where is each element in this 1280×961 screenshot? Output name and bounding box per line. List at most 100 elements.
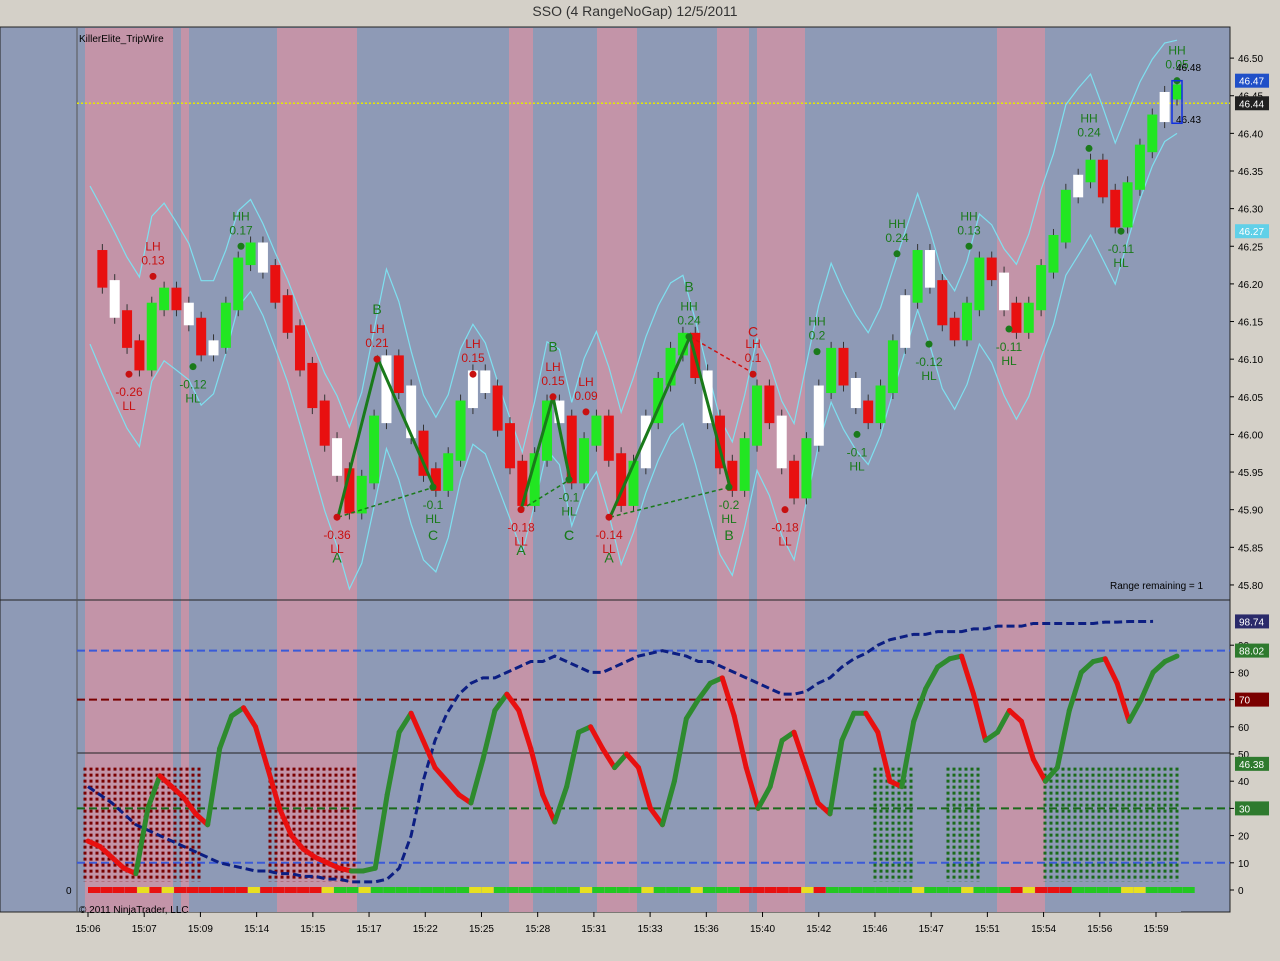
swing-point — [853, 430, 861, 438]
state-strip-cell — [739, 887, 752, 893]
shade-stripe — [997, 28, 1045, 912]
abc-label: A — [516, 542, 526, 558]
state-strip-cell — [407, 887, 420, 893]
candle-body — [504, 423, 515, 469]
state-strip-cell — [555, 887, 568, 893]
abc-label: C — [564, 527, 574, 543]
swing-label-bottom: 0.17 — [229, 223, 253, 237]
swing-label-bottom: HL — [1113, 256, 1129, 270]
swing-point — [582, 408, 590, 416]
state-strip-cell — [813, 887, 826, 893]
state-strip-cell — [321, 887, 334, 893]
swing-point — [1085, 144, 1093, 152]
candle-body — [443, 453, 454, 491]
state-strip-cell — [641, 887, 654, 893]
swing-label-bottom: 0.15 — [461, 351, 485, 365]
state-strip-cell — [973, 887, 986, 893]
candle-body — [1036, 265, 1047, 311]
osc-tick-label: 0 — [1238, 886, 1244, 897]
state-strip-cell — [690, 887, 703, 893]
state-strip-cell — [186, 887, 199, 893]
time-tick-label: 15:28 — [525, 924, 550, 935]
state-strip-cell — [838, 887, 851, 893]
price-tick-label: 45.90 — [1238, 506, 1263, 517]
state-strip-cell — [420, 887, 433, 893]
state-strip-cell — [235, 887, 248, 893]
candle-body — [208, 340, 219, 356]
swing-point — [965, 242, 973, 250]
swing-point — [925, 340, 933, 348]
candle-body — [887, 340, 898, 394]
last-bar-high: 46.48 — [1176, 63, 1201, 74]
state-strip-cell — [949, 887, 961, 893]
indicator-name: KillerElite_TripWire — [79, 34, 164, 45]
swing-label-bottom: HL — [425, 512, 441, 526]
candle-body — [875, 385, 886, 424]
time-tick-label: 15:47 — [919, 924, 944, 935]
swing-label-top: HH — [1080, 111, 1097, 125]
candle-body — [813, 385, 824, 446]
time-tick-label: 15:51 — [975, 924, 1000, 935]
osc-tick-label: 10 — [1238, 859, 1250, 870]
candle-body — [826, 347, 837, 394]
swing-label-top: -0.36 — [323, 528, 351, 542]
state-strip-cell — [985, 887, 998, 893]
swing-label-top: LH — [545, 360, 560, 374]
swing-label-top: LH — [578, 375, 593, 389]
price-badge-text: 46.47 — [1239, 77, 1264, 88]
shade-stripe — [181, 28, 189, 912]
swing-label-top: HH — [960, 209, 977, 223]
state-strip-cell — [1145, 887, 1158, 893]
candle-body — [1060, 189, 1071, 243]
abc-label: B — [372, 301, 381, 317]
state-strip-cell — [764, 887, 777, 893]
candle-body — [1110, 189, 1121, 228]
state-strip-cell — [1121, 887, 1134, 893]
swing-label-top: HH — [808, 315, 825, 329]
range-remaining: Range remaining = 1 — [1110, 581, 1204, 592]
swing-point — [149, 272, 157, 280]
candle-body — [307, 362, 318, 409]
osc-tick-label: 60 — [1238, 723, 1250, 734]
state-strip-cell — [1072, 887, 1084, 893]
time-tick-label: 15:31 — [581, 924, 606, 935]
candle-body — [962, 302, 973, 341]
state-strip-cell — [137, 887, 150, 893]
candle-body — [863, 400, 874, 424]
price-badge-text: 46.44 — [1239, 99, 1264, 110]
swing-label-top: -0.1 — [847, 445, 868, 459]
price-tick-label: 46.50 — [1238, 54, 1263, 65]
swing-point — [237, 242, 245, 250]
swing-point — [429, 483, 437, 491]
state-strip-cell — [334, 887, 346, 893]
abc-label: B — [548, 339, 557, 355]
swing-label-top: -0.2 — [719, 498, 740, 512]
candle-body — [949, 317, 960, 341]
price-tick-label: 45.95 — [1238, 468, 1263, 479]
state-strip-cell — [875, 887, 888, 893]
state-strip-cell — [518, 887, 531, 893]
state-strip-cell — [260, 887, 273, 893]
time-tick-label: 15:59 — [1143, 924, 1168, 935]
state-strip-cell — [776, 887, 789, 893]
candle-body — [1073, 174, 1084, 198]
time-tick-label: 15:09 — [188, 924, 213, 935]
price-tick-label: 45.85 — [1238, 543, 1263, 554]
state-strip-cell — [1022, 887, 1035, 893]
swing-label-top: HH — [888, 217, 905, 231]
state-strip-cell — [297, 887, 310, 893]
candle-body — [1172, 84, 1182, 100]
time-tick-label: 15:14 — [244, 924, 269, 935]
candle-body — [356, 475, 367, 514]
osc-left-label: 0 — [66, 886, 72, 897]
state-strip-cell — [284, 887, 297, 893]
swing-label-bottom: 0.24 — [1077, 125, 1101, 139]
swing-point — [333, 513, 341, 521]
candle-body — [776, 415, 787, 469]
last-bar-low: 46.43 — [1176, 115, 1201, 126]
state-strip-cell — [100, 887, 113, 893]
abc-label: B — [724, 527, 733, 543]
state-strip-cell — [149, 887, 162, 893]
candle-body — [455, 400, 466, 461]
time-tick-label: 15:07 — [132, 924, 157, 935]
